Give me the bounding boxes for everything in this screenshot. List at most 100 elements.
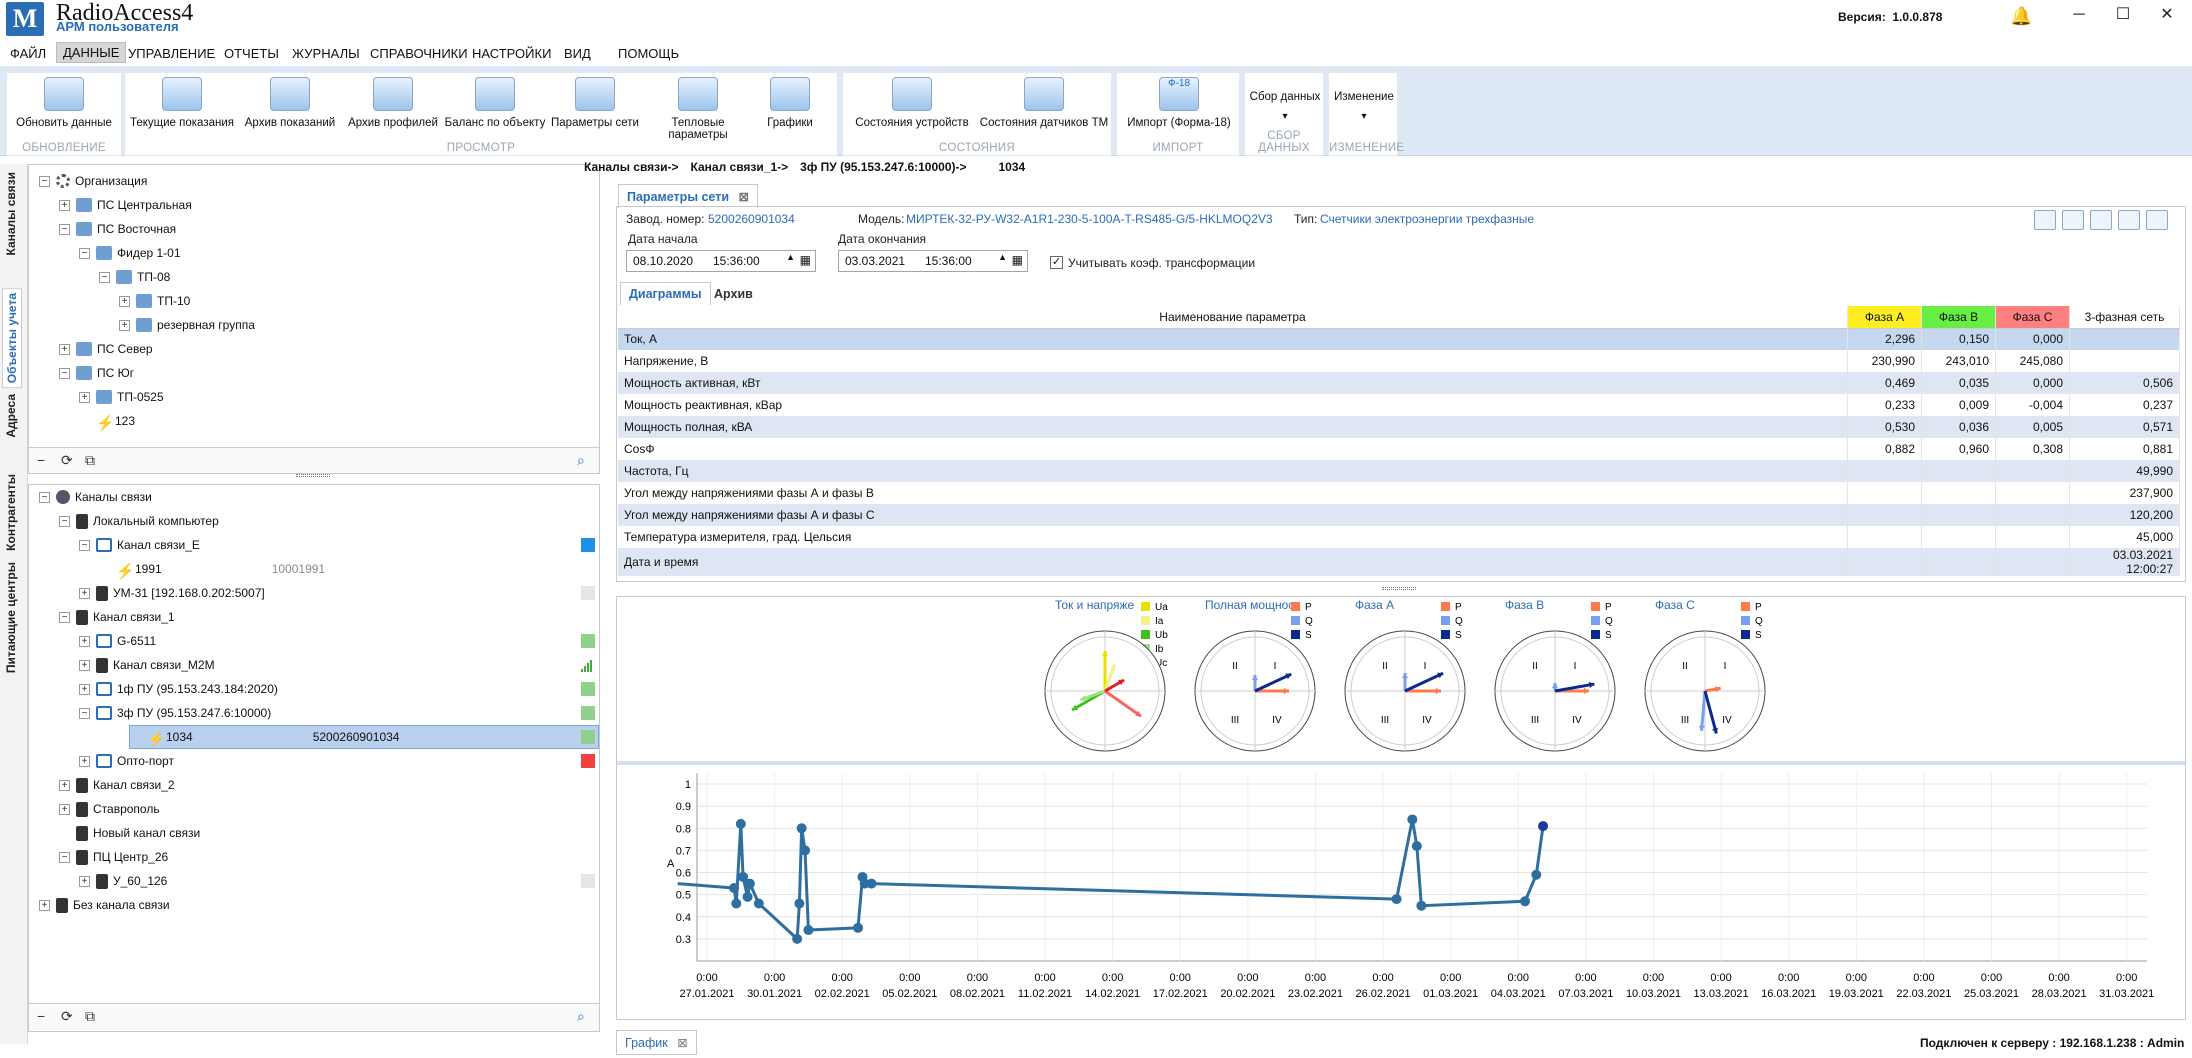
data-point[interactable] [852, 922, 863, 933]
search-icon[interactable]: ⌕ [577, 452, 585, 469]
tab-diagrams[interactable]: Диаграммы [620, 282, 711, 305]
tree-node[interactable]: − Канал связи_Е [79, 533, 200, 557]
collapse-icon[interactable]: − [59, 515, 70, 527]
table-row[interactable]: Напряжение, В 230,990 243,010 245,080 [618, 350, 2180, 372]
ribbon-button-2-1[interactable]: Состояния датчиков ТМ [979, 77, 1109, 129]
close-tab-icon[interactable]: ⊠ [677, 1036, 687, 1050]
expand-icon[interactable]: + [59, 199, 70, 211]
table-row[interactable]: Дата и время 03.03.2021 12:00:27 [618, 548, 2180, 576]
ribbon-button-1-5[interactable]: Тепловые параметры [645, 77, 751, 141]
collapse-icon[interactable]: − [39, 491, 50, 503]
data-point[interactable] [803, 925, 814, 936]
left-tab-1[interactable]: Объекты учета [2, 288, 22, 389]
start-date-input[interactable]: 08.10.2020 15:36:00 ▲ ▦ [626, 250, 816, 272]
expand-icon[interactable]: + [79, 635, 90, 647]
collapse-icon[interactable]: − [59, 851, 70, 863]
calendar-icon[interactable]: ▦ [1012, 253, 1023, 267]
tree-node[interactable]: − ТП-08 [99, 265, 170, 289]
splitter-grip[interactable] [296, 474, 330, 477]
left-tab-4[interactable]: Питающие центры [4, 562, 18, 673]
ribbon-button-5-0[interactable]: Изменение ▾ [1331, 91, 1397, 122]
tree-node[interactable]: ⚡ 1034 5200260901034 [129, 725, 599, 749]
tree-node[interactable]: − Фидер 1-01 [79, 241, 181, 265]
data-point[interactable] [1411, 840, 1422, 851]
data-point[interactable] [744, 878, 755, 889]
tree-node[interactable]: − Канал связи_1 [59, 605, 175, 629]
close-button[interactable]: ✕ [2152, 2, 2182, 28]
left-tab-3[interactable]: Контрагенты [4, 474, 18, 551]
collapse-icon[interactable]: − [37, 452, 45, 468]
expand-icon[interactable]: + [79, 391, 90, 403]
ribbon-button-1-0[interactable]: Текущие показания [127, 77, 237, 129]
menu-1[interactable]: ДАННЫЕ [56, 42, 127, 63]
ribbon-button-3-0[interactable]: Ф-18 Импорт (Форма-18) [1119, 77, 1239, 129]
ribbon-button-4-0[interactable]: Сбор данных ▾ [1247, 91, 1323, 122]
table-row[interactable]: Угол между напряжениями фазы А и фазы С 1… [618, 504, 2180, 526]
search-icon[interactable]: ⌕ [577, 1008, 585, 1025]
data-point[interactable] [742, 891, 753, 902]
collapse-icon[interactable]: − [79, 247, 90, 259]
ribbon-button-1-4[interactable]: Параметры сети [549, 77, 641, 129]
expand-icon[interactable]: + [79, 659, 90, 671]
tree-node[interactable]: + У_60_126 [79, 869, 167, 893]
minimize-button[interactable]: ─ [2064, 2, 2094, 28]
time-spin-icon[interactable]: ▲ [998, 252, 1007, 262]
transform-coef-checkbox[interactable]: ✓ [1050, 256, 1063, 269]
tree-node[interactable]: − Каналы связи [39, 485, 152, 509]
data-point[interactable] [1407, 814, 1418, 825]
tree-node[interactable]: − ПЦ Центр_26 [59, 845, 168, 869]
menu-4[interactable]: ЖУРНАЛЫ [286, 44, 366, 63]
expand-icon[interactable]: + [59, 343, 70, 355]
copy-icon[interactable]: ⧉ [85, 1008, 95, 1025]
copy-icon[interactable]: ⧉ [85, 452, 95, 469]
expand-icon[interactable]: + [119, 295, 130, 307]
close-tab-icon[interactable]: ⊠ [739, 190, 749, 204]
data-point[interactable] [753, 898, 764, 909]
tree-node[interactable]: + Без канала связи [39, 893, 170, 917]
calendar-icon[interactable]: ▦ [800, 253, 811, 267]
tree-node[interactable]: ⚡ 1991 10001991 [99, 557, 325, 581]
data-point[interactable] [794, 898, 805, 909]
data-point[interactable] [1520, 896, 1531, 907]
tree-node[interactable]: + ПС Центральная [59, 193, 192, 217]
data-point[interactable] [1391, 894, 1402, 905]
printer-icon[interactable] [2146, 210, 2168, 230]
ribbon-button-1-3[interactable]: Баланс по объекту [443, 77, 547, 129]
collapse-icon[interactable]: − [99, 271, 110, 283]
breadcrumb-item[interactable]: 1034 [999, 160, 1026, 174]
expand-icon[interactable]: + [119, 319, 130, 331]
tree-node[interactable]: + Канал связи_2 [59, 773, 175, 797]
end-date-input[interactable]: 03.03.2021 15:36:00 ▲ ▦ [838, 250, 1028, 272]
tree-node[interactable]: + УМ-31 [192.168.0.202:5007] [79, 581, 265, 605]
data-point[interactable] [792, 933, 803, 944]
data-point[interactable] [800, 845, 811, 856]
table-row[interactable]: Мощность реактивная, кВар 0,233 0,009 -0,00… [618, 394, 2180, 416]
tree-node[interactable]: − 3ф ПУ (95.153.247.6:10000) [79, 701, 271, 725]
tree-node[interactable]: + Ставрополь [59, 797, 160, 821]
tree-node[interactable]: + ПС Север [59, 337, 153, 361]
collapse-icon[interactable]: − [59, 223, 70, 235]
menu-6[interactable]: НАСТРОЙКИ [466, 44, 557, 63]
expand-icon[interactable]: + [79, 587, 90, 599]
maximize-button[interactable]: ☐ [2108, 2, 2138, 28]
tree-node[interactable]: + Канал связи_M2M [79, 653, 215, 677]
expand-icon[interactable]: + [59, 803, 70, 815]
ribbon-button-0-0[interactable]: Обновить данные [7, 77, 121, 129]
ribbon-button-2-0[interactable]: Состояния устройств [847, 77, 977, 129]
table-row[interactable]: Температура измерителя, град. Цельсия 45,… [618, 526, 2180, 548]
table-row[interactable]: Ток, А 2,296 0,150 0,000 [618, 328, 2180, 350]
type-value[interactable]: Счетчики электроэнергии трехфазные [1320, 212, 1534, 226]
ribbon-button-1-1[interactable]: Архив показаний [241, 77, 339, 129]
table-row[interactable]: Мощность активная, кВт 0,469 0,035 0,000 0,5… [618, 372, 2180, 394]
data-point[interactable] [1531, 869, 1542, 880]
tab-graph[interactable]: График ⊠ [616, 1030, 697, 1055]
ribbon-button-1-6[interactable]: Графики [755, 77, 825, 129]
data-point[interactable] [866, 878, 877, 889]
expand-icon[interactable]: + [79, 755, 90, 767]
collapse-icon[interactable]: − [79, 539, 90, 551]
menu-5[interactable]: СПРАВОЧНИКИ [364, 44, 474, 63]
model-value[interactable]: МИРТЕК-32-РУ-W32-A1R1-230-5-100A-T-RS485… [906, 212, 1273, 226]
time-spin-icon[interactable]: ▲ [786, 252, 795, 262]
breadcrumb-item[interactable]: Канал связи_1-> [691, 160, 789, 174]
data-point[interactable] [796, 823, 807, 834]
